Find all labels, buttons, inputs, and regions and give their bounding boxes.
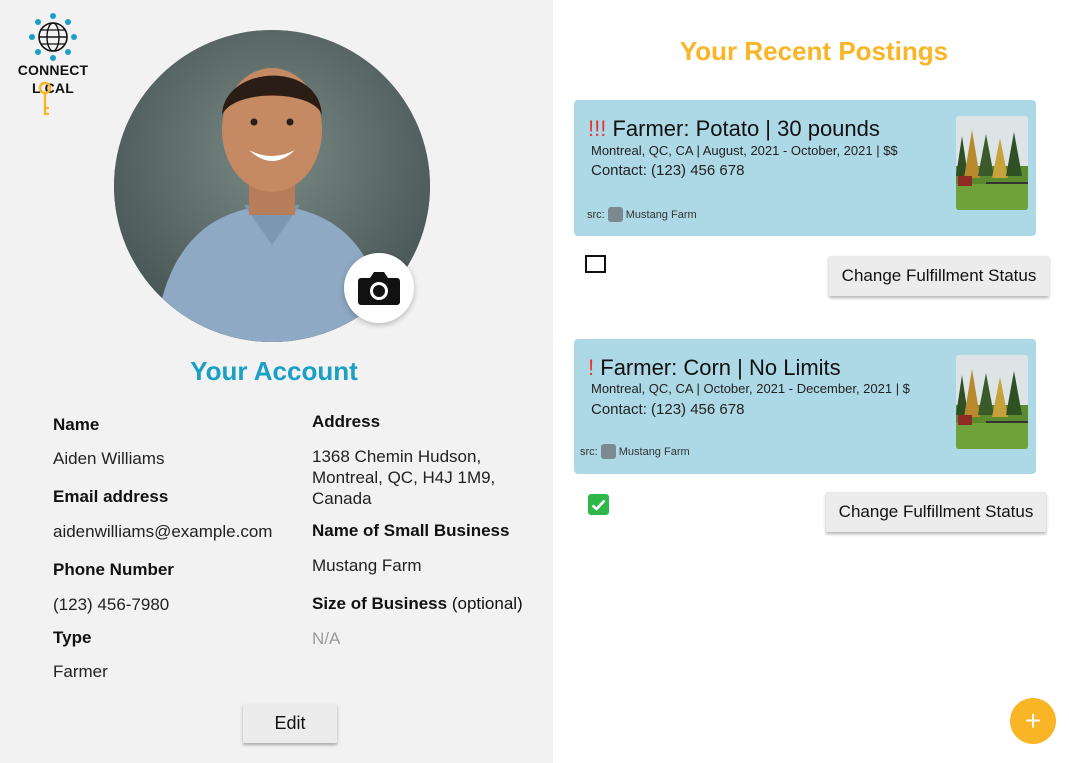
posting-contact: Contact: (123) 456 678: [591, 162, 745, 179]
postings-title: Your Recent Postings: [679, 36, 949, 66]
posting-title: !!! Farmer: Potato | 30 pounds: [588, 116, 880, 142]
source-name: Mustang Farm: [618, 445, 690, 458]
source-avatar: [600, 444, 616, 459]
farm-image: [956, 116, 1028, 210]
business-size-label: Size of Business (optional): [312, 594, 523, 614]
logo-text-line1: CONNECT: [17, 62, 89, 78]
source-name: Mustang Farm: [625, 208, 697, 221]
change-fulfillment-status-button[interactable]: Change Fulfillment Status: [829, 256, 1049, 296]
address-line-3: Canada: [312, 489, 372, 508]
posting-title-text: Farmer: Potato | 30 pounds: [612, 116, 880, 141]
name-value: Aiden Williams: [53, 449, 165, 468]
account-title: Your Account: [190, 356, 358, 386]
email-value: aidenwilliams@example.com: [53, 522, 273, 541]
email-label: Email address: [53, 487, 169, 506]
address-line-1: 1368 Chemin Hudson,: [312, 447, 482, 466]
globe-icon: [29, 13, 77, 61]
business-size-value: N/A: [312, 629, 341, 648]
address-value: 1368 Chemin Hudson, Montreal, QC, H4J 1M…: [312, 446, 495, 509]
priority-indicator: !!!: [588, 116, 607, 141]
checkmark-icon: [591, 499, 606, 511]
posting-title: ! Farmer: Corn | No Limits: [588, 355, 841, 381]
posting-source: src: Mustang Farm: [587, 207, 697, 222]
business-name-label: Name of Small Business: [312, 521, 510, 540]
change-fulfillment-status-button[interactable]: Change Fulfillment Status: [826, 492, 1046, 532]
change-photo-button[interactable]: [344, 253, 414, 323]
source-label: src:: [587, 208, 605, 221]
posting-card[interactable]: !!! Farmer: Potato | 30 pounds Montreal,…: [574, 100, 1036, 236]
name-label: Name: [53, 415, 100, 434]
logo-text-line2: L CAL: [32, 80, 74, 96]
plus-icon: +: [1024, 705, 1042, 736]
source-label: src:: [580, 445, 598, 458]
address-label: Address: [312, 412, 381, 431]
type-label: Type: [53, 628, 92, 647]
address-line-2: Montreal, QC, H4J 1M9,: [312, 468, 496, 487]
phone-value: (123) 456-7980: [53, 595, 170, 614]
posting-title-text: Farmer: Corn | No Limits: [600, 355, 841, 380]
optional-hint: (optional): [451, 594, 523, 613]
priority-indicator: !: [588, 355, 595, 380]
type-value: Farmer: [53, 662, 108, 681]
connect-local-logo[interactable]: CONNECT L CAL: [8, 12, 98, 117]
add-posting-button[interactable]: +: [1010, 698, 1056, 744]
posting-thumbnail: [956, 116, 1028, 210]
farm-image: [956, 355, 1028, 449]
posting-contact: Contact: (123) 456 678: [591, 401, 745, 418]
edit-button[interactable]: Edit: [243, 704, 337, 743]
fulfillment-checkbox[interactable]: [585, 255, 606, 273]
posting-meta: Montreal, QC, CA | October, 2021 - Decem…: [591, 381, 910, 396]
posting-meta: Montreal, QC, CA | August, 2021 - Octobe…: [591, 143, 898, 158]
posting-thumbnail: [956, 355, 1028, 449]
camera-icon: [358, 272, 400, 305]
phone-label: Phone Number: [53, 560, 174, 579]
source-avatar: [607, 207, 623, 222]
key-icon: [38, 81, 52, 116]
business-size-label-text: Size of Business: [312, 594, 448, 613]
business-name-value: Mustang Farm: [312, 556, 422, 575]
fulfillment-checkbox-checked[interactable]: [588, 494, 609, 515]
posting-source: src: Mustang Farm: [580, 444, 690, 459]
account-panel: CONNECT L CAL Your Account Name Aiden Wi…: [0, 0, 553, 763]
posting-card[interactable]: ! Farmer: Corn | No Limits Montreal, QC,…: [574, 339, 1036, 474]
